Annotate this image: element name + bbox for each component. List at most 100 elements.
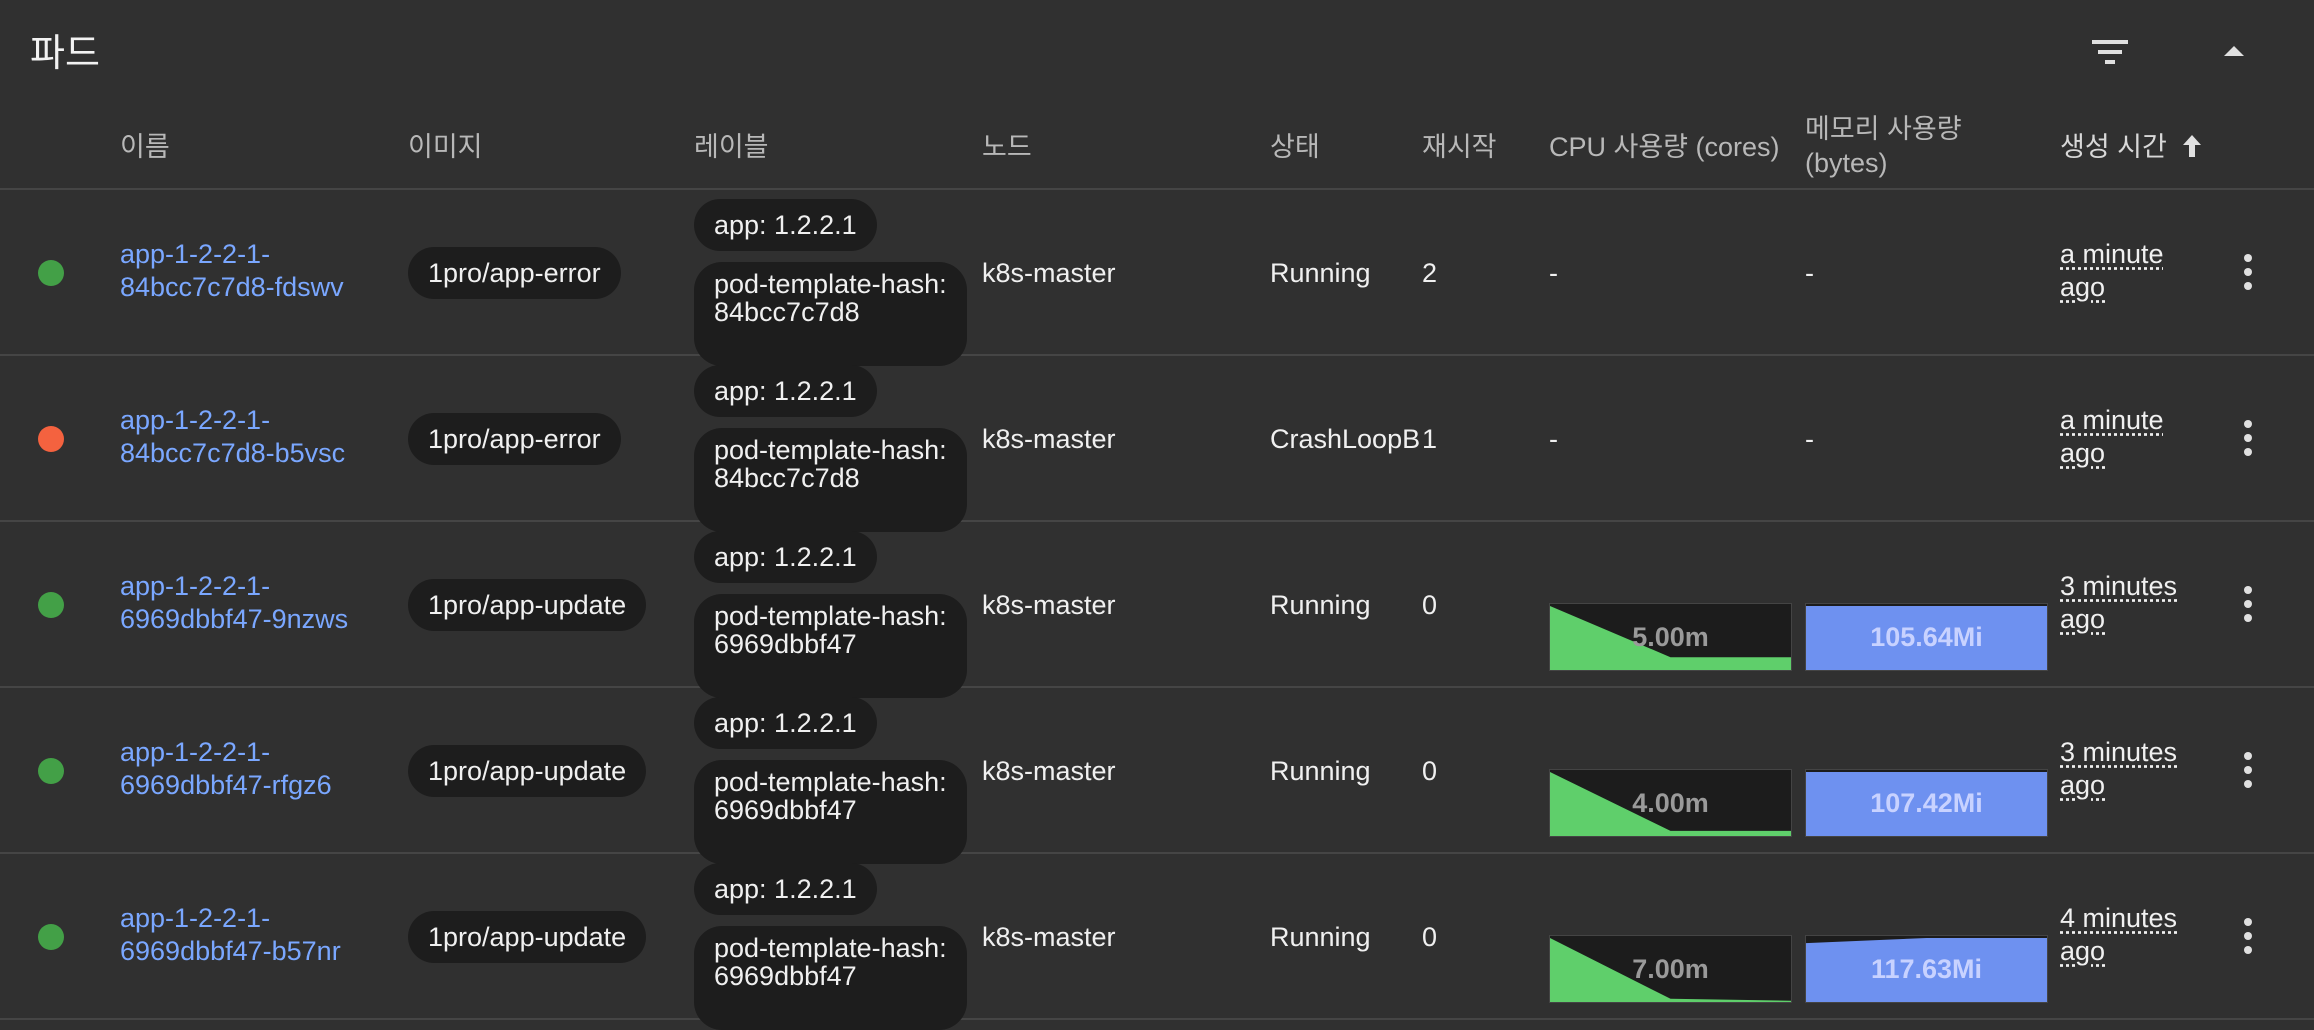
column-status-header[interactable]: 상태 — [1270, 130, 1320, 164]
pod-name-line1: app-1-2-2-1- — [120, 571, 271, 601]
chevron-up-icon — [2224, 46, 2244, 56]
label-chip: app: 1.2.2.1 — [694, 199, 877, 251]
more-vert-icon — [2244, 752, 2252, 788]
column-memory-header-line1: 메모리 사용량 — [1805, 114, 1962, 144]
cpu-sparkline: 5.00m — [1549, 603, 1792, 671]
node-value: k8s-master — [982, 590, 1116, 620]
pod-name-link[interactable]: app-1-2-2-1- 84bcc7c7d8-b5vsc — [120, 404, 345, 470]
cpu-usage-value: 5.00m — [1632, 622, 1709, 652]
column-restarts-header[interactable]: 재시작 — [1422, 130, 1497, 164]
status-value: Running — [1270, 756, 1371, 786]
more-actions-button[interactable] — [2232, 414, 2264, 462]
node-value: k8s-master — [982, 756, 1116, 786]
label-chip: app: 1.2.2.1 — [694, 863, 877, 915]
memory-usage-value: 117.63Mi — [1870, 954, 1983, 984]
restarts-value: 2 — [1422, 258, 1438, 288]
created-time-line2: ago — [2060, 936, 2106, 966]
label-chip: app: 1.2.2.1 — [694, 365, 877, 417]
restarts-value: 0 — [1422, 590, 1438, 620]
pod-name-line2: 84bcc7c7d8-fdswv — [120, 272, 344, 302]
arrow-up-icon — [2183, 135, 2202, 157]
memory-sparkline: 107.42Mi — [1805, 769, 2048, 837]
label-chip: pod-template-hash: 6969dbbf47 — [694, 760, 967, 864]
created-time-line2: ago — [2060, 770, 2106, 800]
pod-name-link[interactable]: app-1-2-2-1- 6969dbbf47-9nzws — [120, 570, 348, 636]
filter-button[interactable] — [2088, 30, 2132, 74]
filter-icon — [2092, 40, 2128, 64]
status-indicator — [38, 260, 64, 286]
label-chip: pod-template-hash: 6969dbbf47 — [694, 594, 967, 698]
image-chip: 1pro/app-update — [408, 745, 647, 797]
restarts-value: 1 — [1422, 424, 1438, 454]
image-chip: 1pro/app-update — [408, 911, 647, 963]
pod-name-link[interactable]: app-1-2-2-1- 6969dbbf47-rfgz6 — [120, 736, 332, 802]
node-value: k8s-master — [982, 424, 1116, 454]
pod-name-line1: app-1-2-2-1- — [120, 903, 271, 933]
restarts-value: 0 — [1422, 756, 1438, 786]
memory-sparkline: 105.64Mi — [1805, 603, 2048, 671]
column-node-header[interactable]: 노드 — [982, 130, 1032, 164]
memory-usage-value: - — [1805, 424, 1814, 454]
image-chip: 1pro/app-update — [408, 579, 647, 631]
pod-name-line1: app-1-2-2-1- — [120, 239, 271, 269]
pod-name-line2: 6969dbbf47-b57nr — [120, 936, 341, 966]
status-value: Running — [1270, 922, 1371, 952]
pod-name-line1: app-1-2-2-1- — [120, 405, 271, 435]
image-chip: 1pro/app-error — [408, 413, 621, 465]
created-time[interactable]: 3 minutes ago — [2060, 736, 2177, 802]
status-indicator — [38, 758, 64, 784]
column-memory-header: 메모리 사용량 (bytes) — [1805, 112, 1962, 180]
label-chip: pod-template-hash: 84bcc7c7d8 — [694, 262, 967, 366]
pod-name-line1: app-1-2-2-1- — [120, 737, 271, 767]
column-name-header[interactable]: 이름 — [120, 130, 170, 164]
cpu-usage-value: 4.00m — [1632, 788, 1709, 818]
more-vert-icon — [2244, 586, 2252, 622]
more-actions-button[interactable] — [2232, 248, 2264, 296]
status-indicator — [38, 426, 64, 452]
created-time[interactable]: a minute ago — [2060, 238, 2164, 304]
more-actions-button[interactable] — [2232, 580, 2264, 628]
table-header: 이름 이미지 레이블 노드 상태 재시작 CPU 사용량 (cores) 메모리… — [0, 106, 2314, 190]
status-indicator — [38, 592, 64, 618]
cpu-usage-value: 7.00m — [1632, 954, 1709, 984]
table-row — [0, 190, 2314, 356]
created-time-line1: a minute — [2060, 239, 2164, 269]
column-labels-header: 레이블 — [694, 132, 769, 162]
memory-sparkline: 117.63Mi — [1805, 935, 2048, 1003]
label-chip: pod-template-hash: 6969dbbf47 — [694, 926, 967, 1030]
more-actions-button[interactable] — [2232, 912, 2264, 960]
created-time[interactable]: 4 minutes ago — [2060, 902, 2177, 968]
created-time-line2: ago — [2060, 438, 2106, 468]
column-memory-header-line2: (bytes) — [1805, 148, 1888, 178]
column-cpu-header: CPU 사용량 (cores) — [1549, 132, 1780, 162]
pod-name-link[interactable]: app-1-2-2-1- 6969dbbf47-b57nr — [120, 902, 341, 968]
more-vert-icon — [2244, 254, 2252, 290]
status-value: Running — [1270, 590, 1371, 620]
created-time[interactable]: a minute ago — [2060, 404, 2164, 470]
pod-name-link[interactable]: app-1-2-2-1- 84bcc7c7d8-fdswv — [120, 238, 344, 304]
restarts-value: 0 — [1422, 922, 1438, 952]
cpu-usage-value: - — [1549, 424, 1558, 454]
more-actions-button[interactable] — [2232, 746, 2264, 794]
created-time-line1: 3 minutes — [2060, 737, 2178, 767]
node-value: k8s-master — [982, 258, 1116, 288]
pod-name-line2: 84bcc7c7d8-b5vsc — [120, 438, 346, 468]
created-time[interactable]: 3 minutes ago — [2060, 570, 2177, 636]
collapse-button[interactable] — [2212, 30, 2256, 74]
cpu-sparkline: 7.00m — [1549, 935, 1792, 1003]
pod-name-line2: 6969dbbf47-9nzws — [120, 604, 349, 634]
cpu-sparkline: 4.00m — [1549, 769, 1792, 837]
cpu-usage-value: - — [1549, 258, 1558, 288]
more-vert-icon — [2244, 918, 2252, 954]
memory-usage-value: 105.64Mi — [1870, 622, 1983, 652]
image-chip: 1pro/app-error — [408, 247, 621, 299]
label-chip: app: 1.2.2.1 — [694, 531, 877, 583]
label-chip: pod-template-hash: 84bcc7c7d8 — [694, 428, 967, 532]
memory-usage-value: - — [1805, 258, 1814, 288]
created-time-line1: 3 minutes — [2060, 571, 2178, 601]
status-value: Running — [1270, 258, 1371, 288]
node-value: k8s-master — [982, 922, 1116, 952]
section-title: 파드 — [30, 33, 100, 75]
column-created-header[interactable]: 생성 시간 — [2060, 130, 2204, 164]
table-row — [0, 356, 2314, 522]
